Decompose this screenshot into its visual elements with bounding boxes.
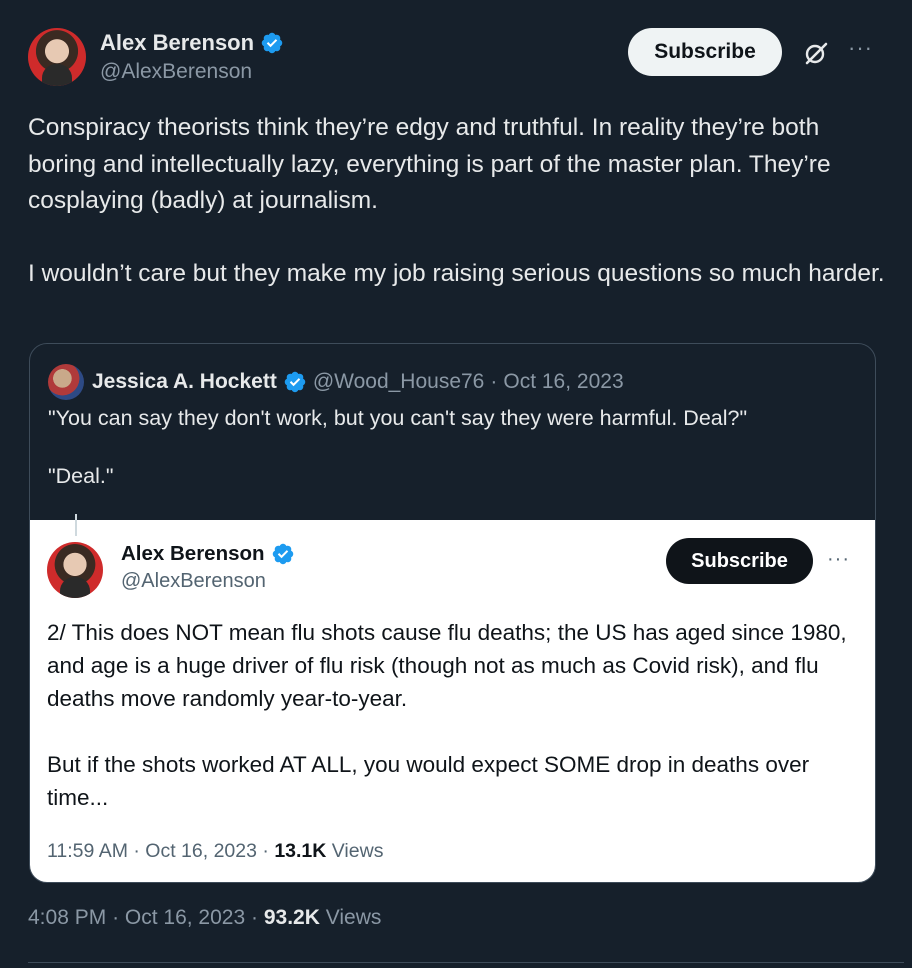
meta-separator: ·: [251, 906, 258, 929]
meta-separator: ·: [490, 370, 498, 393]
quote-author-handle[interactable]: @Wood_House76: [313, 370, 485, 394]
embedded-meta: 11:59 AM · Oct 16, 2023 · 13.1K Views: [47, 840, 383, 863]
more-icon[interactable]: ···: [848, 37, 874, 64]
embedded-author-handle[interactable]: @AlexBerenson: [121, 570, 295, 593]
embedded-time[interactable]: 11:59 AM: [47, 840, 128, 862]
embedded-paragraph: 2/ This does NOT mean flu shots cause fl…: [47, 620, 847, 711]
tweet-time[interactable]: 4:08 PM: [28, 906, 106, 929]
author-handle[interactable]: @AlexBerenson: [100, 60, 284, 84]
meta-separator: ·: [112, 906, 120, 929]
embedded-paragraph: But if the shots worked AT ALL, you woul…: [47, 752, 810, 810]
tweet-meta: 4:08 PM · Oct 16, 2023 · 93.2K Views: [28, 906, 381, 930]
tweet-detail: Alex Berenson @AlexBerenson Subscribe ··…: [0, 0, 912, 968]
quote-author-name[interactable]: Jessica A. Hockett: [92, 370, 277, 394]
quote-paragraph: "You can say they don't work, but you ca…: [48, 406, 748, 430]
avatar[interactable]: [28, 28, 86, 86]
quote-text: "You can say they don't work, but you ca…: [48, 404, 858, 491]
more-icon[interactable]: ···: [827, 548, 850, 571]
quote-header: Jessica A. Hockett @Wood_House76 · Oct 1…: [48, 364, 624, 400]
verified-badge-icon: [272, 543, 293, 565]
verified-badge-icon: [261, 32, 283, 54]
thread-line: [75, 514, 77, 536]
tweet-paragraph: I wouldn’t care but they make my job rai…: [28, 260, 885, 287]
subscribe-button[interactable]: Subscribe: [628, 28, 782, 76]
meta-separator: ·: [262, 840, 269, 862]
embedded-avatar[interactable]: [47, 542, 103, 598]
quote-avatar[interactable]: [48, 364, 84, 400]
meta-separator: ·: [133, 840, 140, 862]
embedded-date[interactable]: Oct 16, 2023: [145, 840, 257, 862]
author-name-block: Alex Berenson @AlexBerenson: [100, 30, 284, 88]
views-label: Views: [325, 906, 382, 929]
author-name[interactable]: Alex Berenson: [100, 30, 254, 56]
divider: [28, 962, 904, 963]
quote-date[interactable]: Oct 16, 2023: [503, 370, 623, 394]
tweet-author: Alex Berenson @AlexBerenson: [28, 28, 284, 88]
embedded-views-count: 13.1K: [274, 840, 327, 862]
embedded-tweet[interactable]: Alex Berenson @AlexBerenson Subscribe ··…: [30, 514, 875, 882]
quoted-tweet[interactable]: Jessica A. Hockett @Wood_House76 · Oct 1…: [29, 343, 876, 883]
embedded-subscribe-button[interactable]: Subscribe: [666, 538, 813, 584]
embedded-views-label: Views: [331, 840, 384, 862]
grok-icon[interactable]: [803, 40, 829, 66]
tweet-date[interactable]: Oct 16, 2023: [125, 906, 245, 929]
verified-badge-icon: [284, 371, 306, 393]
tweet-text: Conspiracy theorists think they’re edgy …: [28, 110, 888, 293]
tweet-paragraph: Conspiracy theorists think they’re edgy …: [28, 114, 831, 214]
embedded-name-block: Alex Berenson @AlexBerenson: [121, 542, 295, 593]
embedded-author-name[interactable]: Alex Berenson: [121, 542, 265, 566]
views-count: 93.2K: [263, 906, 320, 929]
embedded-name-row: Alex Berenson: [121, 542, 295, 566]
author-name-row: Alex Berenson: [100, 30, 284, 56]
embedded-text: 2/ This does NOT mean flu shots cause fl…: [47, 616, 847, 814]
quote-paragraph: "Deal.": [48, 464, 114, 488]
